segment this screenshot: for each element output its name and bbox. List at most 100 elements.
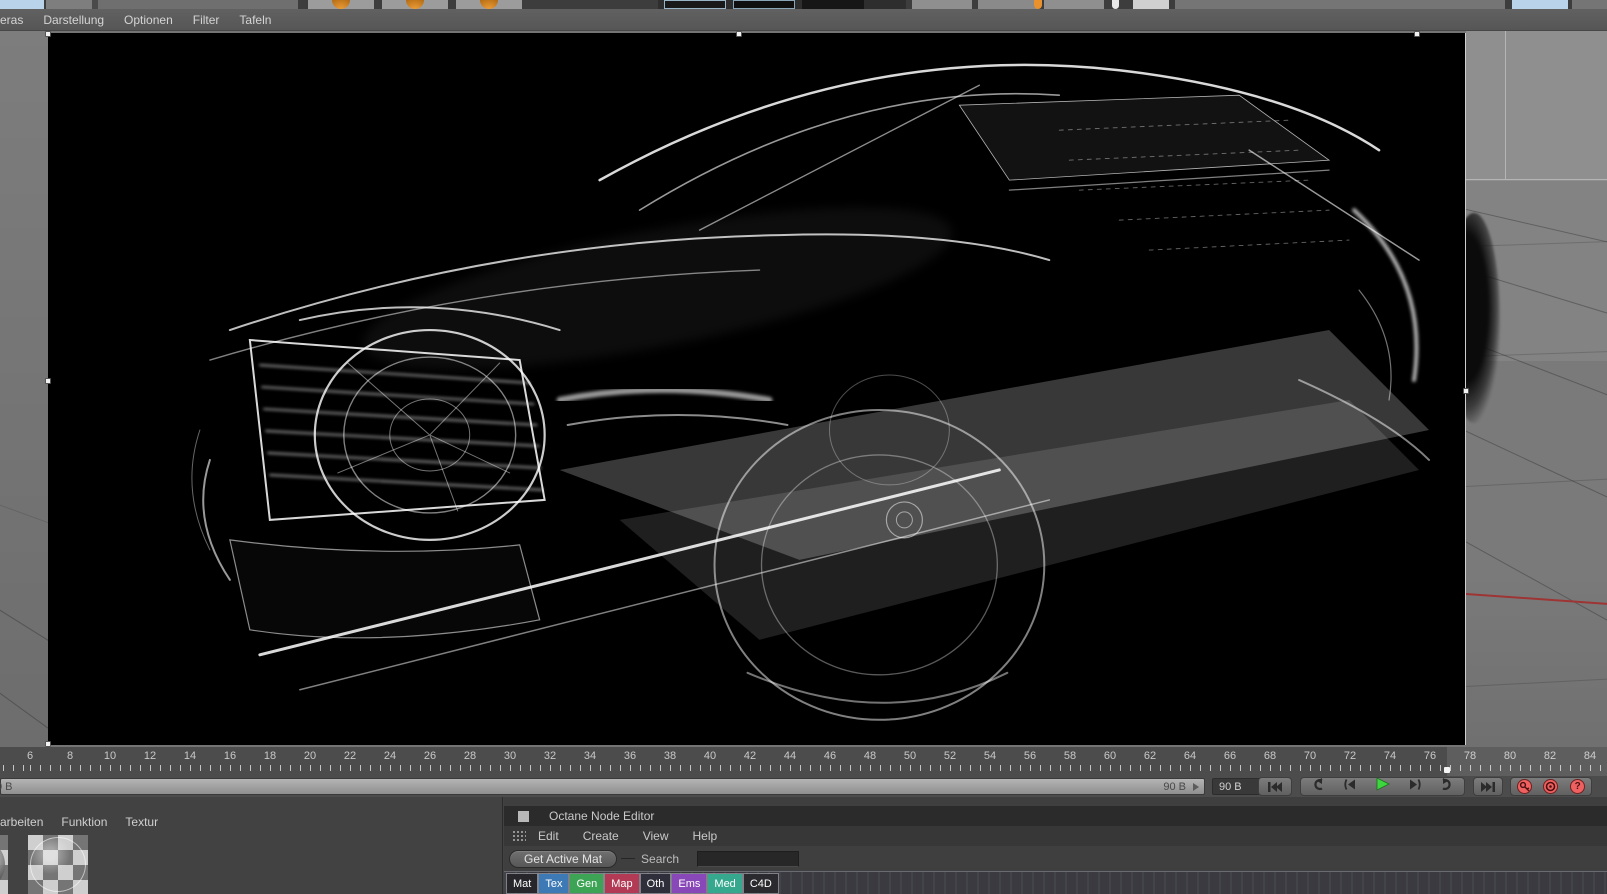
toolbar-button[interactable] — [978, 0, 1038, 9]
texture-thumb[interactable] — [664, 0, 726, 9]
power-slider[interactable]: 0 B 90 B — [0, 778, 1205, 795]
range-end-handle[interactable] — [1444, 767, 1450, 773]
node-category-chip[interactable]: C4D — [742, 873, 779, 894]
previous-key-button[interactable] — [1310, 777, 1325, 796]
frame-number: 40 — [703, 750, 717, 762]
material-thumbnail-transparent[interactable] — [28, 835, 88, 894]
toolbar-button[interactable] — [0, 0, 44, 9]
octane-menu-item[interactable]: Edit — [538, 829, 559, 843]
next-frame-icon — [1409, 778, 1421, 790]
window-icon — [518, 810, 529, 822]
node-category-chips: Mat Tex Gen Map Oth Ems Med C4D — [505, 873, 780, 894]
node-category-chip[interactable]: Gen — [569, 873, 605, 894]
octane-menu-item[interactable]: Create — [583, 829, 619, 843]
previous-key-icon — [1314, 777, 1323, 790]
play-forward-button[interactable] — [1375, 777, 1390, 796]
previous-frame-button[interactable] — [1342, 778, 1357, 796]
node-category-chip[interactable]: Ems — [671, 873, 708, 894]
play-icon — [1376, 777, 1390, 791]
octane-title-bar[interactable]: Octane Node Editor — [504, 806, 1607, 826]
frame-number: 72 — [1343, 750, 1357, 762]
viewport-menubar: eras Darstellung Optionen Filter Tafeln — [0, 9, 1607, 31]
material-menu-item[interactable]: Funktion — [61, 815, 107, 829]
toolbar-button[interactable] — [912, 0, 972, 9]
frame-handle[interactable] — [736, 31, 742, 37]
world-x-axis-line — [1466, 593, 1607, 606]
frame-number: 34 — [583, 750, 597, 762]
search-label: Search — [641, 851, 680, 866]
previous-frame-icon — [1344, 778, 1356, 790]
go-to-start-button[interactable] — [1258, 777, 1292, 796]
render-car-wireframe — [191, 63, 1431, 721]
frame-number: 42 — [743, 750, 757, 762]
orange-dot-icon — [1034, 0, 1042, 9]
viewport-menu-item[interactable]: Filter — [193, 13, 220, 27]
frame-number: 16 — [223, 750, 237, 762]
viewport-menu-item[interactable]: Optionen — [124, 13, 173, 27]
material-menu-item[interactable]: arbeiten — [0, 815, 43, 829]
texture-thumb[interactable] — [802, 0, 864, 9]
texture-thumb[interactable] — [733, 0, 795, 9]
octane-menu-item[interactable]: Help — [693, 829, 718, 843]
node-category-chip[interactable]: Med — [707, 873, 743, 894]
help-button[interactable]: ? — [1570, 779, 1586, 794]
material-menu-item[interactable]: Textur — [125, 815, 158, 829]
timeline-ticks — [0, 765, 1607, 774]
toolbar-button[interactable] — [46, 0, 92, 9]
current-frame-value: 90 B — [1219, 780, 1242, 793]
viewport-menu-item[interactable]: Darstellung — [43, 13, 104, 27]
frame-handle[interactable] — [1463, 388, 1469, 394]
frame-number: 32 — [543, 750, 557, 762]
viewport-menu-item[interactable]: Tafeln — [239, 13, 271, 27]
frame-number: 50 — [903, 750, 917, 762]
go-to-end-button[interactable] — [1473, 777, 1503, 796]
frame-handle[interactable] — [45, 741, 51, 747]
frame-number: 24 — [383, 750, 397, 762]
frame-number: 30 — [503, 750, 517, 762]
octane-toolbar: Get Active Mat Search — [504, 846, 1607, 871]
frame-number: 70 — [1303, 750, 1317, 762]
toolbar-button[interactable] — [1512, 0, 1568, 9]
toolbar-button[interactable] — [1133, 0, 1169, 9]
frame-number: 18 — [263, 750, 277, 762]
node-category-chip[interactable]: Map — [604, 873, 640, 894]
wall-grid-line — [1466, 179, 1607, 180]
next-frame-button[interactable] — [1408, 778, 1423, 796]
frame-number: 64 — [1183, 750, 1197, 762]
top-toolbar-sliver — [0, 0, 1607, 9]
record-keyframe-button[interactable] — [1516, 779, 1532, 794]
transport-bar: 0 B 90 B 90 B — [0, 776, 1607, 797]
next-key-button[interactable] — [1440, 777, 1455, 796]
drag-grip-icon[interactable] — [512, 830, 526, 842]
frame-number: 56 — [1023, 750, 1037, 762]
octane-menubar: Edit Create View Help — [504, 826, 1607, 846]
frame-number: 36 — [623, 750, 637, 762]
node-category-chip[interactable]: Mat — [505, 873, 539, 894]
frame-number: 6 — [26, 750, 34, 762]
node-category-chip[interactable]: Oth — [639, 873, 672, 894]
viewport-menu-item[interactable]: eras — [0, 13, 23, 27]
node-category-chip[interactable]: Tex — [538, 873, 570, 894]
octane-menu-item[interactable]: View — [643, 829, 669, 843]
frame-number: 46 — [823, 750, 837, 762]
range-play-arrow-icon — [1193, 782, 1199, 791]
search-input[interactable] — [697, 850, 800, 867]
toolbar-strip — [1175, 0, 1505, 9]
render-view-frame[interactable] — [48, 33, 1466, 745]
frame-handle[interactable] — [1414, 31, 1420, 37]
wall-grid-line — [1505, 31, 1506, 179]
frame-number: 52 — [943, 750, 957, 762]
toolbar-button[interactable] — [1044, 0, 1104, 9]
timeline-out-of-range — [1447, 747, 1607, 776]
frame-handle[interactable] — [45, 31, 51, 37]
autokeying-button[interactable] — [1543, 779, 1559, 794]
frame-handle[interactable] — [45, 378, 51, 384]
get-active-mat-button[interactable]: Get Active Mat — [509, 849, 618, 868]
node-editor-canvas[interactable]: Mat Tex Gen Map Oth Ems Med C4D — [504, 871, 1607, 894]
go-to-end-icon — [1481, 781, 1495, 792]
frame-number: 62 — [1143, 750, 1157, 762]
viewport[interactable] — [0, 31, 1607, 747]
material-thumbnail[interactable] — [0, 835, 8, 894]
timeline-ruler[interactable]: 6 8 10 12 14 16 18 20 22 24 26 28 30 32 34 36 38 40 42 44 46… — [0, 747, 1607, 776]
frame-number: 54 — [983, 750, 997, 762]
